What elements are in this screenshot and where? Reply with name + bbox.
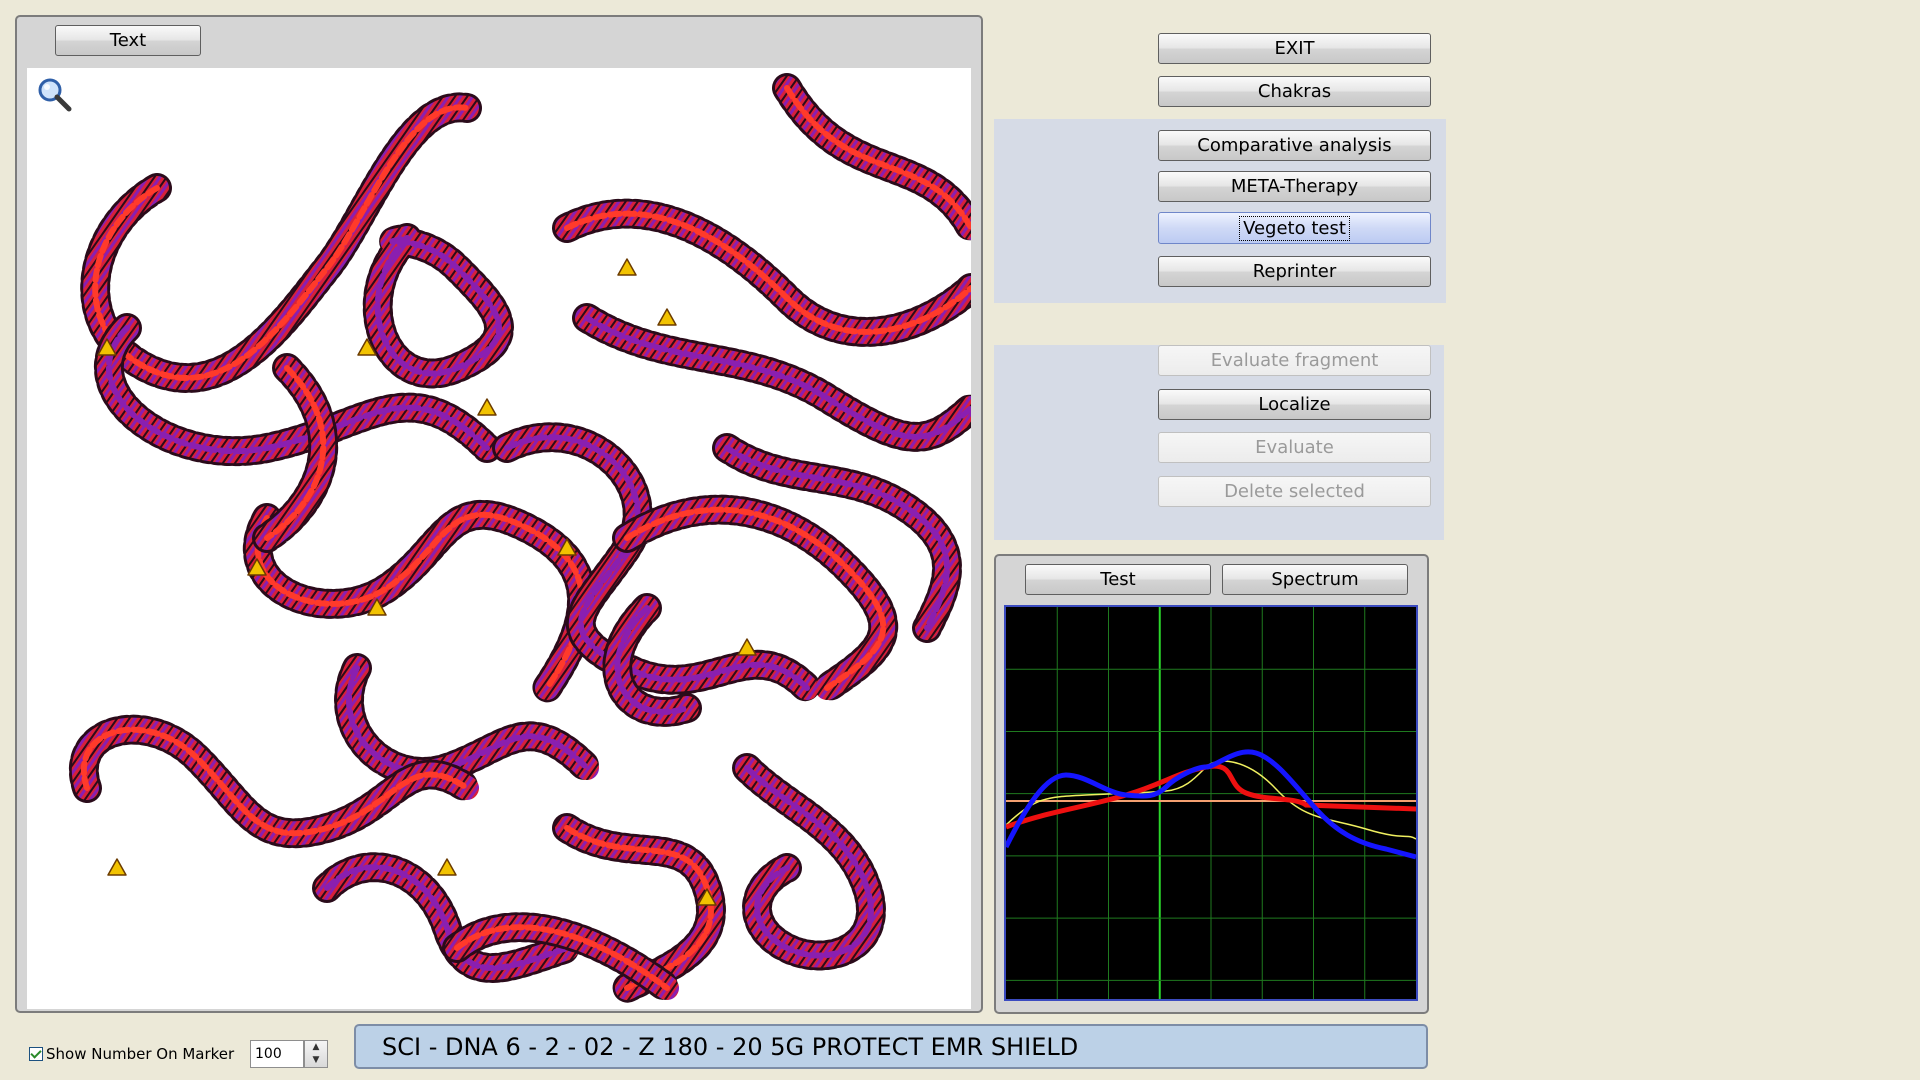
checkbox-box[interactable] [29, 1047, 43, 1061]
vegeto-test-label: Vegeto test [1239, 215, 1350, 241]
magnifier-icon[interactable] [36, 76, 74, 114]
spinner-up-icon[interactable]: ▲ [305, 1041, 327, 1054]
dna-image-canvas[interactable] [27, 68, 971, 1009]
comparative-analysis-button[interactable]: Comparative analysis [1158, 130, 1431, 161]
localize-label: Localize [1258, 394, 1331, 415]
spinner-down-icon[interactable]: ▼ [305, 1054, 327, 1067]
text-button-label: Text [109, 30, 147, 51]
spinner-arrows[interactable]: ▲ ▼ [304, 1040, 328, 1068]
vegeto-test-button[interactable]: Vegeto test [1158, 212, 1431, 244]
dna-marker-icon [107, 858, 127, 876]
test-label: Test [1100, 569, 1136, 590]
show-number-label: Show Number On Marker [46, 1045, 235, 1063]
status-text: SCI - DNA 6 - 2 - 02 - Z 180 - 20 5G PRO… [382, 1032, 1079, 1061]
delete-selected-button[interactable]: Delete selected [1158, 476, 1431, 507]
meta-therapy-label: META-Therapy [1230, 176, 1359, 197]
dna-marker-icon [657, 308, 677, 326]
spectrum-plot [1006, 607, 1416, 999]
evaluate-fragment-button[interactable]: Evaluate fragment [1158, 345, 1431, 376]
spectrum-button[interactable]: Spectrum [1222, 564, 1408, 595]
evaluate-label: Evaluate [1255, 437, 1334, 458]
comparative-analysis-label: Comparative analysis [1197, 135, 1392, 156]
dna-strand [715, 436, 959, 640]
text-button[interactable]: Text [55, 25, 201, 56]
chakras-button[interactable]: Chakras [1158, 76, 1431, 107]
dna-marker-icon [737, 638, 757, 656]
spinner-input[interactable] [250, 1040, 304, 1068]
dna-strands-illustration [69, 73, 971, 1003]
dna-marker-icon [477, 398, 497, 416]
reprinter-button[interactable]: Reprinter [1158, 256, 1431, 287]
exit-button[interactable]: EXIT [1158, 33, 1431, 64]
meta-therapy-button[interactable]: META-Therapy [1158, 171, 1431, 202]
spectrum-label: Spectrum [1271, 569, 1359, 590]
chakras-label: Chakras [1257, 81, 1332, 102]
spectrum-graph [1004, 605, 1418, 1001]
test-button[interactable]: Test [1025, 564, 1211, 595]
show-number-checkbox[interactable]: Show Number On Marker [29, 1045, 234, 1063]
evaluate-button[interactable]: Evaluate [1158, 432, 1431, 463]
dna-marker-icon [437, 858, 457, 876]
dna-strand [775, 76, 971, 240]
exit-label: EXIT [1274, 38, 1315, 59]
reprinter-label: Reprinter [1252, 261, 1337, 282]
status-bar: SCI - DNA 6 - 2 - 02 - Z 180 - 20 5G PRO… [354, 1024, 1428, 1069]
localize-button[interactable]: Localize [1158, 389, 1431, 420]
marker-size-spinner[interactable]: ▲ ▼ [250, 1040, 328, 1068]
evaluate-fragment-label: Evaluate fragment [1210, 350, 1379, 371]
dna-marker-icon [617, 258, 637, 276]
delete-selected-label: Delete selected [1224, 481, 1365, 502]
